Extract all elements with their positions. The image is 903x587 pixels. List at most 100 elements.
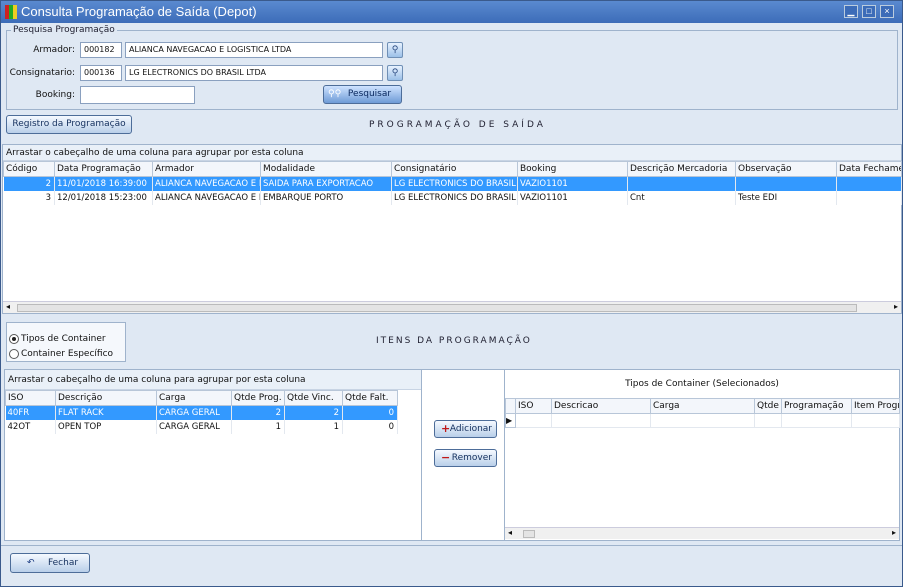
col-qtde[interactable]: Qtde <box>754 398 782 414</box>
col-qtde-falt[interactable]: Qtde Falt. <box>342 390 398 406</box>
cell-qtde-vinc: 1 <box>284 419 343 434</box>
radio-especifico-label: Container Específico <box>21 349 114 359</box>
radio-tipos-label: Tipos de Container <box>21 334 106 344</box>
scroll-right-icon[interactable]: ▸ <box>892 528 896 537</box>
col-consignatario[interactable]: Consignatário <box>391 161 518 177</box>
cell-iso: 40FR <box>5 405 56 420</box>
cell-carga: CARGA GERAL <box>156 419 232 434</box>
armador-lookup-button[interactable]: ⚲ <box>387 42 403 58</box>
table-row[interactable]: 42OT OPEN TOP CARGA GERAL 1 1 0 <box>5 419 398 434</box>
cell-data: 11/01/2018 16:39:00 <box>54 176 153 191</box>
main-window: Consulta Programação de Saída (Depot) ▁ … <box>0 0 903 587</box>
close-button[interactable]: × <box>880 5 894 18</box>
registro-button[interactable]: Registro da Programação <box>6 115 132 134</box>
armador-code-input[interactable]: 000182 <box>80 42 122 58</box>
radio-container-especifico[interactable]: Container Específico <box>9 348 113 360</box>
consig-code-input[interactable]: 000136 <box>80 65 122 81</box>
table-row[interactable]: 2 11/01/2018 16:39:00 ALIANCA NAVEGACAO … <box>3 176 902 191</box>
search-icon: ⚲⚲ <box>328 89 342 99</box>
col-qtde-vinc[interactable]: Qtde Vinc. <box>284 390 343 406</box>
cell-codigo: 3 <box>3 190 55 205</box>
cell-observacao <box>735 176 837 191</box>
col-modalidade[interactable]: Modalidade <box>260 161 392 177</box>
col-iso[interactable]: ISO <box>5 390 56 406</box>
col-booking[interactable]: Booking <box>517 161 628 177</box>
radio-unselected-icon <box>9 348 19 359</box>
cell-iso: 42OT <box>5 419 56 434</box>
col-item-programacao[interactable]: Item Progr <box>851 398 900 414</box>
col-qtde-prog[interactable]: Qtde Prog. <box>231 390 285 406</box>
cell-carga: CARGA GERAL <box>156 405 232 420</box>
table-row[interactable]: 40FR FLAT RACK CARGA GERAL 2 2 0 <box>5 405 398 420</box>
remover-button[interactable]: − Remover <box>434 449 497 467</box>
cell-descricao: OPEN TOP <box>55 419 157 434</box>
col-carga[interactable]: Carga <box>156 390 232 406</box>
table-row[interactable]: ▶ <box>505 413 900 428</box>
scroll-left-icon[interactable]: ◂ <box>508 528 512 537</box>
col-data-fechamento[interactable]: Data Fechame <box>836 161 902 177</box>
selected-header: ISO Descricao Carga Qtde Programação Ite… <box>505 398 900 414</box>
consig-name-input[interactable]: LG ELECTRONICS DO BRASIL LTDA <box>125 65 383 81</box>
minimize-button[interactable]: ▁ <box>844 5 858 18</box>
programacao-header: Código Data Programação Armador Modalida… <box>3 161 902 177</box>
cell-booking: VAZIO1101 <box>517 176 628 191</box>
col-descricao-mercadoria[interactable]: Descrição Mercadoria <box>627 161 736 177</box>
cell-modalidade: EMBARQUE PORTO <box>260 190 392 205</box>
col-descricao[interactable]: Descricao <box>551 398 651 414</box>
cell-descricao <box>627 176 736 191</box>
booking-input[interactable] <box>80 86 195 104</box>
cell-booking: VAZIO1101 <box>517 190 628 205</box>
row-indicator-icon: ▶ <box>505 413 516 428</box>
col-programacao[interactable]: Programação <box>781 398 852 414</box>
adicionar-label: Adicionar <box>449 424 492 434</box>
itens-group-hint: Arrastar o cabeçalho de uma coluna para … <box>5 370 421 390</box>
fechar-button[interactable]: ↶ Fechar <box>10 553 90 573</box>
footer-divider <box>1 545 902 546</box>
col-armador[interactable]: Armador <box>152 161 261 177</box>
cell-qtde-falt: 0 <box>342 419 398 434</box>
programacao-hscrollbar[interactable]: ◂ ▸ <box>3 301 901 313</box>
scroll-right-icon[interactable]: ▸ <box>894 302 898 311</box>
maximize-button[interactable]: □ <box>862 5 876 18</box>
cell-qtde-falt: 0 <box>342 405 398 420</box>
radio-selected-icon <box>9 333 19 344</box>
selected-table: ISO Descricao Carga Qtde Programação Ite… <box>505 398 900 428</box>
cell-fechamento <box>836 190 902 205</box>
col-carga[interactable]: Carga <box>650 398 755 414</box>
col-iso[interactable]: ISO <box>515 398 552 414</box>
scroll-left-icon[interactable]: ◂ <box>6 302 10 311</box>
armador-name-input[interactable]: ALIANCA NAVEGACAO E LOGISTICA LTDA <box>125 42 383 58</box>
radio-tipos-container[interactable]: Tipos de Container <box>9 333 106 345</box>
consig-lookup-button[interactable]: ⚲ <box>387 65 403 81</box>
magnifier-icon: ⚲ <box>391 68 399 78</box>
app-icon <box>5 5 17 19</box>
window-title: Consulta Programação de Saída (Depot) <box>21 4 257 19</box>
cell-consignatario: LG ELECTRONICS DO BRASIL I <box>391 176 518 191</box>
table-row[interactable]: 3 12/01/2018 15:23:00 ALIANCA NAVEGACAO … <box>3 190 902 205</box>
scroll-thumb[interactable] <box>17 304 857 312</box>
programacao-grid: Arrastar o cabeçalho de uma coluna para … <box>2 144 902 314</box>
search-button-label: Pesquisar <box>347 89 392 99</box>
search-button[interactable]: ⚲⚲ Pesquisar <box>323 85 402 104</box>
selected-hscrollbar[interactable]: ◂ ▸ <box>505 527 899 539</box>
itens-table: ISO Descrição Carga Qtde Prog. Qtde Vinc… <box>5 390 398 434</box>
search-legend: Pesquisa Programação <box>13 25 115 35</box>
booking-label: Booking: <box>35 90 75 100</box>
selected-title: Tipos de Container (Selecionados) <box>505 370 899 398</box>
col-descricao[interactable]: Descrição <box>55 390 157 406</box>
armador-label: Armador: <box>33 45 75 55</box>
cell-fechamento <box>836 176 902 191</box>
remover-label: Remover <box>451 453 492 463</box>
col-observacao[interactable]: Observação <box>735 161 837 177</box>
col-codigo[interactable]: Código <box>3 161 55 177</box>
adicionar-button[interactable]: + Adicionar <box>434 420 497 438</box>
col-data-programacao[interactable]: Data Programação <box>54 161 153 177</box>
scroll-thumb[interactable] <box>523 530 535 538</box>
cell-descricao: FLAT RACK <box>55 405 157 420</box>
itens-grid: Arrastar o cabeçalho de uma coluna para … <box>4 369 422 541</box>
consig-label: Consignatario: <box>9 68 75 78</box>
cell-observacao: Teste EDI <box>735 190 837 205</box>
undo-icon: ↶ <box>27 558 35 568</box>
cell-modalidade: SAIDA PARA EXPORTACAO <box>260 176 392 191</box>
selected-grid: Tipos de Container (Selecionados) ISO De… <box>504 369 900 541</box>
